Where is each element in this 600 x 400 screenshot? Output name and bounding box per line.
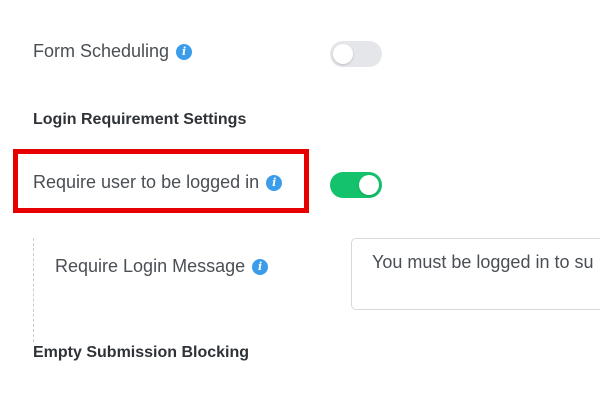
empty-submission-heading: Empty Submission Blocking xyxy=(33,344,250,361)
require-login-toggle[interactable] xyxy=(330,172,382,198)
form-settings-panel: Form Scheduling i Login Requirement Sett… xyxy=(0,0,600,400)
toggle-knob xyxy=(359,175,379,195)
form-scheduling-label: Form Scheduling xyxy=(33,41,170,61)
login-message-textarea[interactable]: You must be logged in to su xyxy=(351,238,600,310)
login-requirement-heading: Login Requirement Settings xyxy=(33,111,247,128)
toggle-knob xyxy=(333,44,353,64)
info-icon[interactable]: i xyxy=(252,258,269,275)
require-login-label: Require user to be logged in xyxy=(33,172,260,192)
require-login-row: Require user to be logged in i xyxy=(33,172,283,193)
info-icon[interactable]: i xyxy=(266,174,283,191)
form-scheduling-toggle[interactable] xyxy=(330,41,382,67)
login-message-label: Require Login Message xyxy=(55,256,246,276)
nested-indent-line xyxy=(33,238,34,342)
login-message-row: Require Login Message i xyxy=(55,256,269,277)
form-scheduling-row: Form Scheduling i xyxy=(33,41,193,62)
info-icon[interactable]: i xyxy=(176,43,193,60)
